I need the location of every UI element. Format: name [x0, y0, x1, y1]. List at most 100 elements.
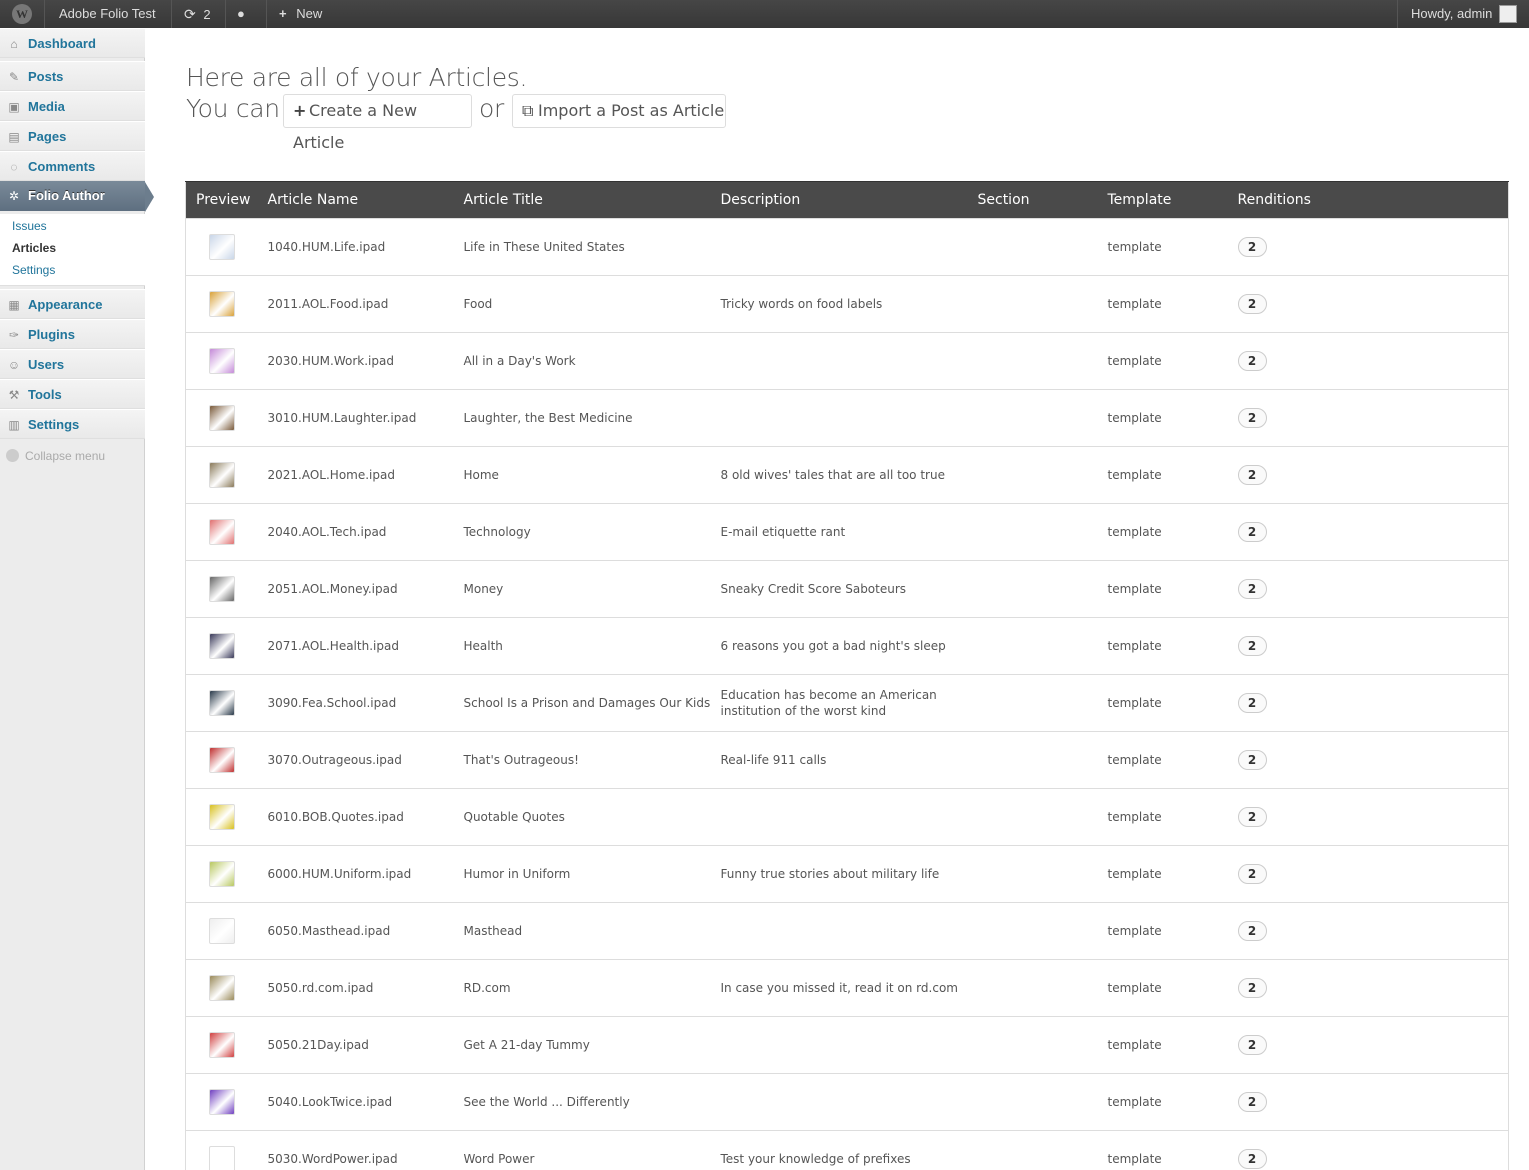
- article-name-cell[interactable]: 2011.AOL.Food.ipad: [257, 275, 454, 333]
- column-header-section[interactable]: Section: [967, 181, 1098, 219]
- article-name-cell[interactable]: 5050.21Day.ipad: [257, 1016, 454, 1074]
- article-preview-thumbnail[interactable]: [209, 690, 235, 716]
- article-name-cell[interactable]: 3070.Outrageous.ipad: [257, 731, 454, 789]
- renditions-count-badge[interactable]: 2: [1237, 408, 1267, 428]
- article-preview-thumbnail[interactable]: [209, 633, 235, 659]
- article-preview-thumbnail[interactable]: [209, 861, 235, 887]
- article-preview-thumbnail[interactable]: [209, 1032, 235, 1058]
- renditions-count-badge[interactable]: 2: [1237, 921, 1267, 941]
- table-row[interactable]: 2071.AOL.Health.ipad Health 6 reasons you …: [185, 617, 1509, 675]
- article-preview-thumbnail[interactable]: [209, 348, 235, 374]
- article-name-cell[interactable]: 5040.LookTwice.ipad: [257, 1073, 454, 1131]
- avatar[interactable]: [1499, 5, 1517, 23]
- renditions-count-badge[interactable]: 2: [1237, 579, 1267, 599]
- table-row[interactable]: 1040.HUM.Life.ipad Life in These United S…: [185, 218, 1509, 276]
- sidebar-item-posts[interactable]: ✎ Posts: [0, 61, 145, 91]
- article-name-cell[interactable]: 2071.AOL.Health.ipad: [257, 617, 454, 675]
- table-row[interactable]: 6000.HUM.Uniform.ipad Humor in Uniform Fun…: [185, 845, 1509, 903]
- sidebar-item-users[interactable]: ☺ Users: [0, 349, 145, 379]
- renditions-count-badge[interactable]: 2: [1237, 522, 1267, 542]
- table-row[interactable]: 5040.LookTwice.ipad See the World ... Dif…: [185, 1073, 1509, 1131]
- howdy-account-link[interactable]: Howdy, admin: [1411, 0, 1492, 28]
- renditions-count-badge[interactable]: 2: [1237, 750, 1267, 770]
- article-name-cell[interactable]: 2051.AOL.Money.ipad: [257, 560, 454, 618]
- table-row[interactable]: 5050.21Day.ipad Get A 21-day Tummy templat…: [185, 1016, 1509, 1074]
- article-name-cell[interactable]: 3090.Fea.School.ipad: [257, 674, 454, 732]
- renditions-count-badge[interactable]: 2: [1237, 1035, 1267, 1055]
- article-preview-thumbnail[interactable]: [209, 918, 235, 944]
- sidebar-item-tools[interactable]: ⚒ Tools: [0, 379, 145, 409]
- create-new-article-button[interactable]: + Create a New Article: [283, 94, 472, 152]
- column-header-renditions[interactable]: Renditions: [1227, 181, 1509, 219]
- article-preview-thumbnail[interactable]: [209, 747, 235, 773]
- sidebar-item-comments[interactable]: ◌ Comments: [0, 151, 145, 181]
- article-name-cell[interactable]: 2040.AOL.Tech.ipad: [257, 503, 454, 561]
- article-name-cell[interactable]: 1040.HUM.Life.ipad: [257, 218, 454, 276]
- article-preview-thumbnail[interactable]: [209, 291, 235, 317]
- article-name-cell[interactable]: 5050.rd.com.ipad: [257, 959, 454, 1017]
- table-row[interactable]: 3070.Outrageous.ipad That's Outrageous! Re…: [185, 731, 1509, 789]
- comments-link[interactable]: ●: [237, 0, 245, 28]
- site-name-link[interactable]: Adobe Folio Test: [59, 0, 156, 28]
- article-preview-thumbnail[interactable]: [209, 804, 235, 830]
- article-preview-thumbnail[interactable]: [209, 405, 235, 431]
- column-header-article-title[interactable]: Article Title: [453, 181, 711, 219]
- table-row[interactable]: 5050.rd.com.ipad RD.com In case you missed…: [185, 959, 1509, 1017]
- wordpress-logo-icon[interactable]: W: [12, 4, 32, 24]
- renditions-count-badge[interactable]: 2: [1237, 864, 1267, 884]
- table-row[interactable]: 2040.AOL.Tech.ipad Technology E-mail etiqu…: [185, 503, 1509, 561]
- renditions-count-badge[interactable]: 2: [1237, 1149, 1267, 1169]
- article-name-cell[interactable]: 5030.WordPower.ipad: [257, 1130, 454, 1170]
- table-row[interactable]: 2030.HUM.Work.ipad All in a Day's Work tem…: [185, 332, 1509, 390]
- column-header-template[interactable]: Template: [1097, 181, 1228, 219]
- renditions-count-badge[interactable]: 2: [1237, 1092, 1267, 1112]
- column-header-article-name[interactable]: Article Name: [257, 181, 454, 219]
- submenu-item-issues[interactable]: Issues: [12, 219, 47, 233]
- import-post-button[interactable]: ⧉ Import a Post as Article: [512, 94, 726, 128]
- table-row[interactable]: 2011.AOL.Food.ipad Food Tricky words on fo…: [185, 275, 1509, 333]
- table-row[interactable]: 5030.WordPower.ipad Word Power Test your k…: [185, 1130, 1509, 1170]
- renditions-count-badge[interactable]: 2: [1237, 237, 1267, 257]
- article-preview-thumbnail[interactable]: [209, 462, 235, 488]
- column-header-description[interactable]: Description: [710, 181, 968, 219]
- submenu-item-settings[interactable]: Settings: [12, 263, 55, 277]
- section-cell: [967, 617, 1098, 675]
- article-preview-thumbnail[interactable]: [209, 234, 235, 260]
- table-row[interactable]: 3090.Fea.School.ipad School Is a Prison a…: [185, 674, 1509, 732]
- sidebar-item-pages[interactable]: ▤ Pages: [0, 121, 145, 151]
- sidebar-item-appearance[interactable]: ▦ Appearance: [0, 289, 145, 319]
- table-row[interactable]: 2051.AOL.Money.ipad Money Sneaky Credit Sc…: [185, 560, 1509, 618]
- article-preview-thumbnail[interactable]: [209, 975, 235, 1001]
- renditions-count-badge[interactable]: 2: [1237, 465, 1267, 485]
- article-name-cell[interactable]: 6050.Masthead.ipad: [257, 902, 454, 960]
- submenu-item-articles[interactable]: Articles: [12, 241, 56, 255]
- article-preview-thumbnail[interactable]: [209, 1146, 235, 1170]
- table-row[interactable]: 2021.AOL.Home.ipad Home 8 old wives' tales…: [185, 446, 1509, 504]
- article-name-cell[interactable]: 2030.HUM.Work.ipad: [257, 332, 454, 390]
- collapse-menu-button[interactable]: Collapse menu: [6, 449, 105, 463]
- article-name-cell[interactable]: 3010.HUM.Laughter.ipad: [257, 389, 454, 447]
- table-row[interactable]: 6010.BOB.Quotes.ipad Quotable Quotes templ…: [185, 788, 1509, 846]
- renditions-count-badge[interactable]: 2: [1237, 978, 1267, 998]
- renditions-count-badge[interactable]: 2: [1237, 807, 1267, 827]
- sidebar-item-settings[interactable]: ▥ Settings: [0, 409, 145, 439]
- renditions-count-badge[interactable]: 2: [1237, 636, 1267, 656]
- article-preview-thumbnail[interactable]: [209, 1089, 235, 1115]
- renditions-count-badge[interactable]: 2: [1237, 351, 1267, 371]
- article-preview-thumbnail[interactable]: [209, 519, 235, 545]
- sidebar-item-dashboard[interactable]: ⌂ Dashboard: [0, 28, 145, 58]
- new-content-link[interactable]: + New: [279, 0, 322, 28]
- table-row[interactable]: 3010.HUM.Laughter.ipad Laughter, the Best…: [185, 389, 1509, 447]
- column-header-preview[interactable]: Preview: [185, 181, 258, 219]
- renditions-count-badge[interactable]: 2: [1237, 693, 1267, 713]
- sidebar-item-folio-author[interactable]: ✲ Folio Author: [0, 181, 145, 211]
- table-row[interactable]: 6050.Masthead.ipad Masthead template 2: [185, 902, 1509, 960]
- sidebar-item-media[interactable]: ▣ Media: [0, 91, 145, 121]
- updates-link[interactable]: ⟳ 2: [184, 0, 211, 28]
- article-name-cell[interactable]: 6010.BOB.Quotes.ipad: [257, 788, 454, 846]
- article-name-cell[interactable]: 2021.AOL.Home.ipad: [257, 446, 454, 504]
- renditions-count-badge[interactable]: 2: [1237, 294, 1267, 314]
- sidebar-item-plugins[interactable]: ✑ Plugins: [0, 319, 145, 349]
- article-preview-thumbnail[interactable]: [209, 576, 235, 602]
- article-name-cell[interactable]: 6000.HUM.Uniform.ipad: [257, 845, 454, 903]
